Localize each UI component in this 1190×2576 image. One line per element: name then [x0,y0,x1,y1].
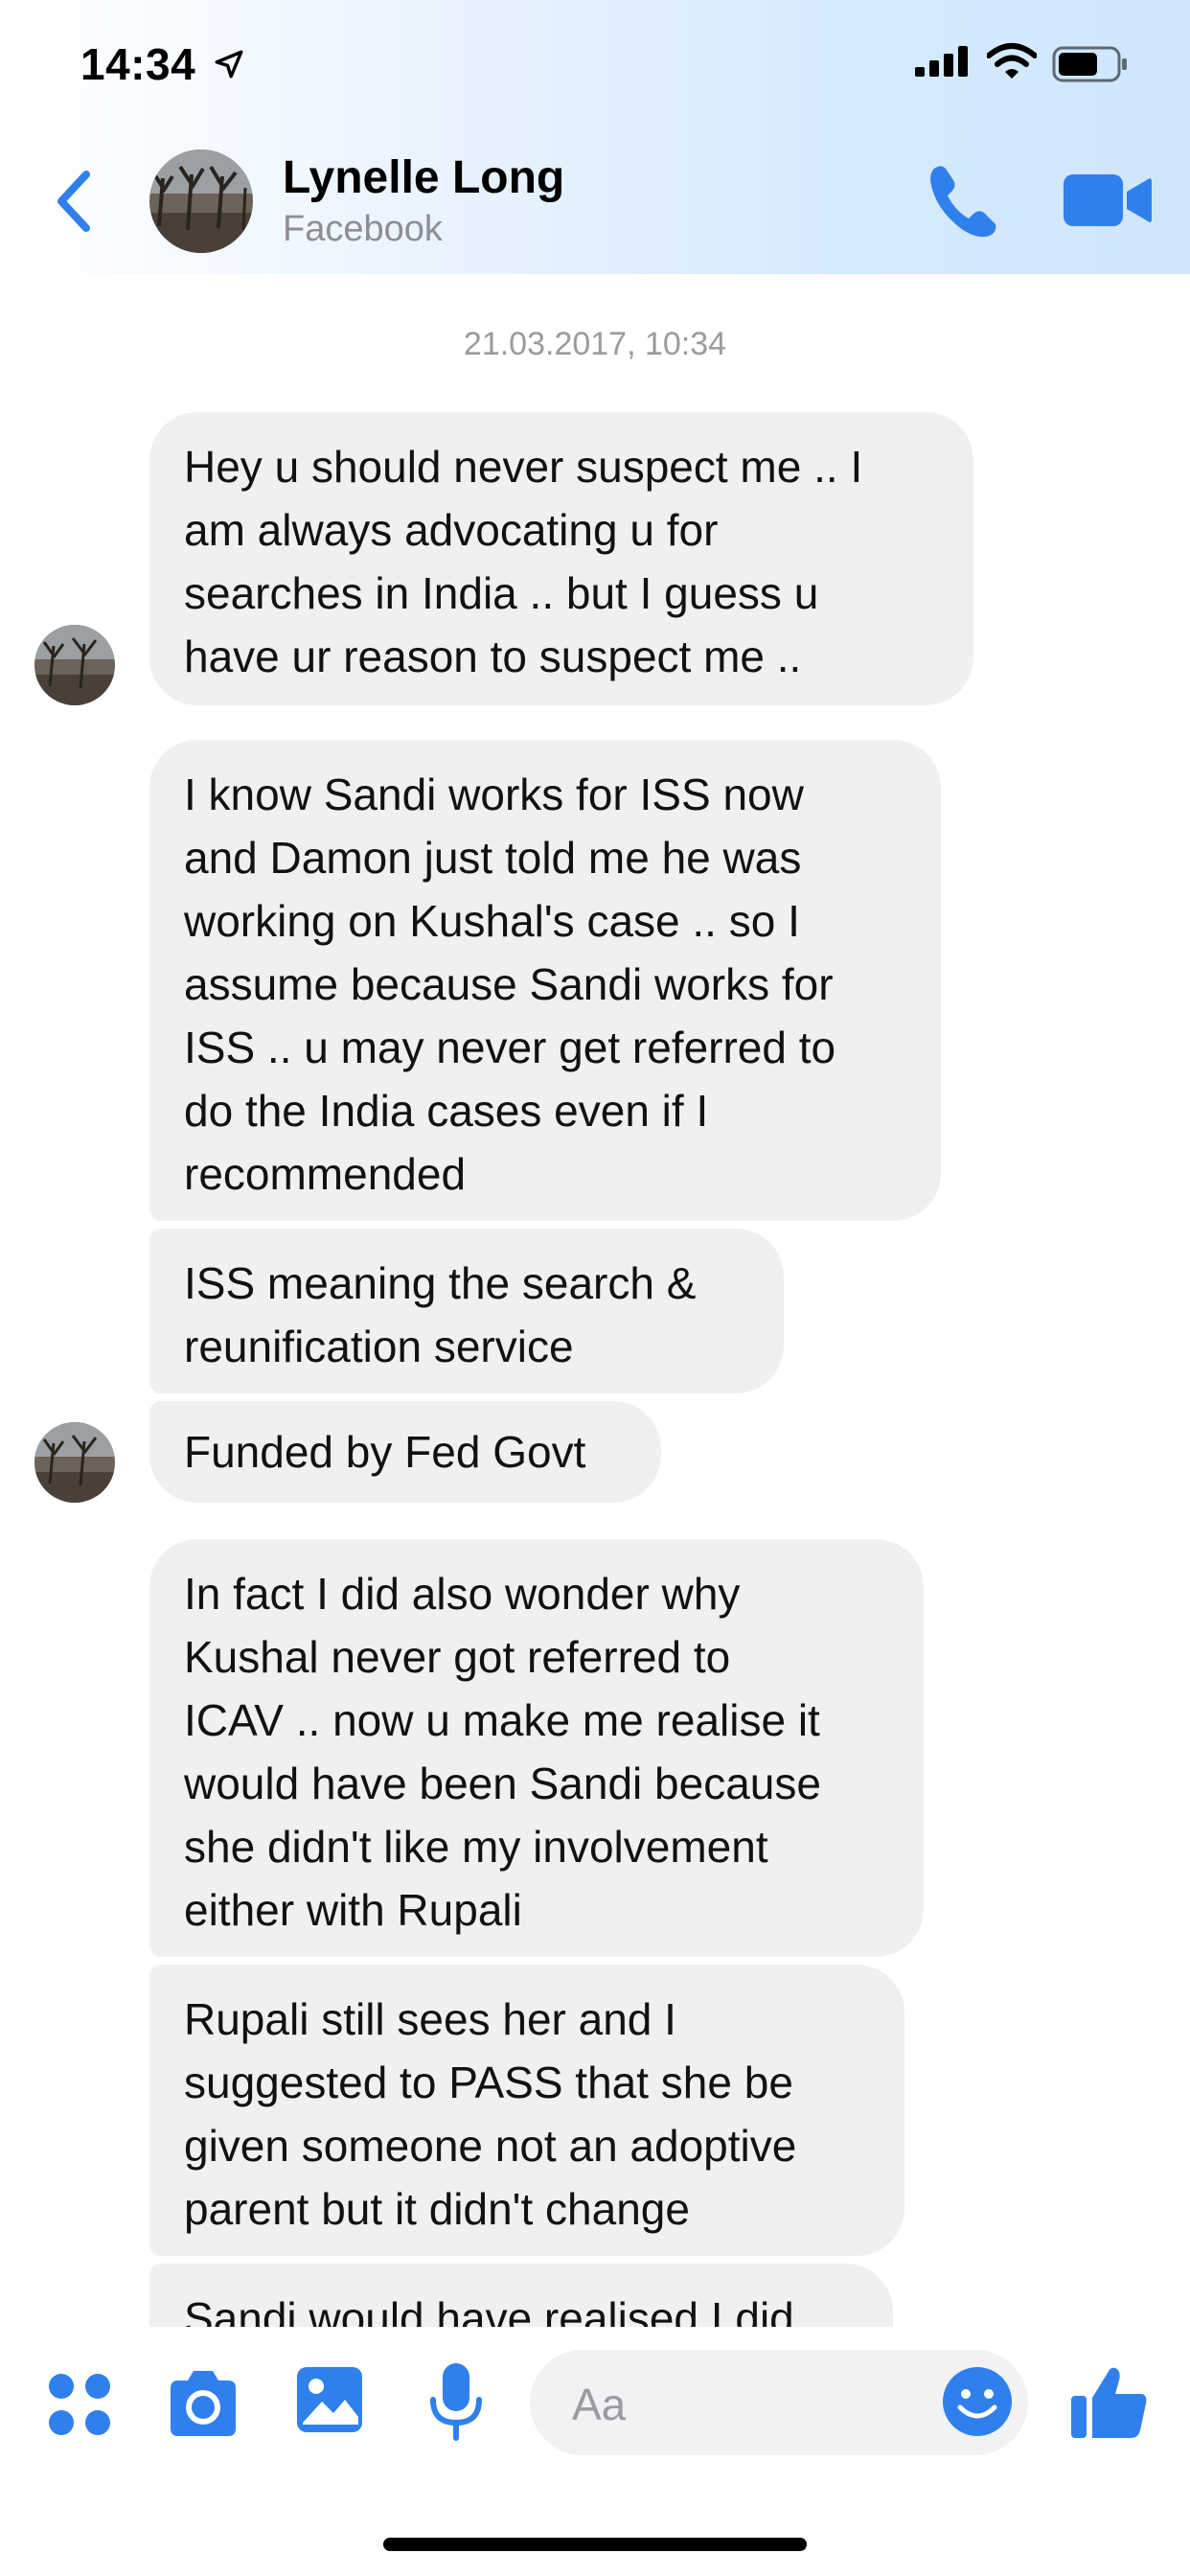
signal-icon [915,46,968,77]
message-bubble[interactable]: Funded by Fed Govt [149,1401,661,1503]
photo-icon[interactable] [295,2365,364,2434]
message-bubble[interactable]: Rupali still sees her and I suggested to… [149,1965,904,2256]
back-chevron-icon[interactable] [46,163,103,240]
microphone-icon[interactable] [425,2361,487,2442]
sender-avatar[interactable] [34,1422,115,1503]
thumbs-up-icon[interactable] [1069,2361,1150,2442]
message-bubble[interactable]: In fact I did also wonder why Kushal nev… [149,1539,924,1957]
contact-subtitle: Facebook [283,209,443,249]
contact-avatar[interactable] [149,150,253,253]
status-time: 14:34 [80,39,196,89]
apps-icon[interactable] [46,2371,113,2438]
emoji-icon[interactable] [941,2365,1014,2438]
contact-name[interactable]: Lynelle Long [283,151,564,204]
video-camera-icon[interactable] [1062,169,1154,232]
location-arrow-icon [215,50,243,79]
battery-icon [1052,46,1127,82]
camera-icon[interactable] [165,2367,241,2440]
wifi-icon [987,43,1037,79]
message-bubble[interactable]: I know Sandi works for ISS now and Damon… [149,740,941,1221]
message-bubble[interactable]: ISS meaning the search & reunification s… [149,1229,784,1393]
message-bubble[interactable]: Hey u should never suspect me .. I am al… [149,412,973,705]
conversation-timestamp: 21.03.2017, 10:34 [463,326,727,362]
sender-avatar[interactable] [34,625,115,705]
home-indicator[interactable] [383,2538,807,2551]
message-input-placeholder: Aa [572,2380,627,2429]
phone-icon[interactable] [925,159,1001,242]
